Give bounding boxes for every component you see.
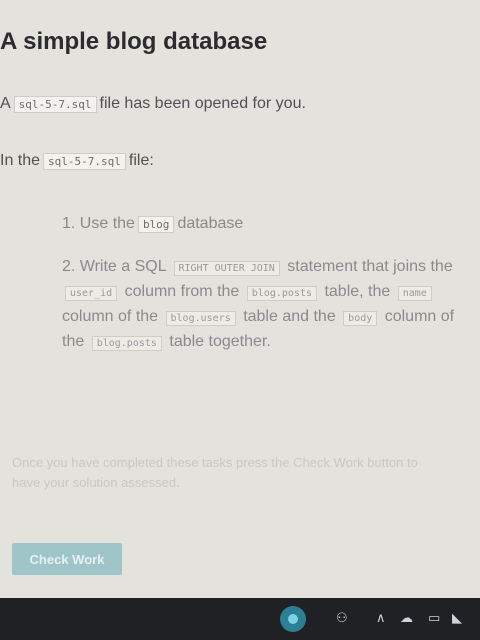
column-name-code: name xyxy=(397,286,432,301)
battery-icon[interactable]: ▭ xyxy=(428,610,440,626)
task-text: table and the xyxy=(243,308,336,325)
intro-prefix: A xyxy=(0,95,11,112)
page-title: A simple blog database xyxy=(0,28,268,55)
database-name-code: blog xyxy=(137,216,175,233)
task-text: database xyxy=(177,215,244,232)
join-keyword-code: RIGHT OUTER JOIN xyxy=(173,261,280,276)
in-suffix: file: xyxy=(128,152,154,169)
taskbar: ⚇ ∧ ☁ ▭ ◣ xyxy=(0,598,480,640)
task-text: 1. Use the xyxy=(62,215,135,232)
wifi-icon[interactable]: ◣ xyxy=(452,610,462,626)
chevron-up-icon[interactable]: ∧ xyxy=(376,610,386,626)
task-item-2: 2. Write a SQL RIGHT OUTER JOIN statemen… xyxy=(62,255,472,355)
check-work-button[interactable]: Check Work xyxy=(12,543,122,575)
task-text: 2. Write a SQL xyxy=(62,258,167,275)
column-name-code: user_id xyxy=(65,286,118,301)
lesson-page: A simple blog database Asql-5-7.sql file … xyxy=(0,0,480,598)
column-name-code: body xyxy=(343,311,378,326)
cloud-icon[interactable]: ☁ xyxy=(400,610,413,626)
completion-hint: Once you have completed these tasks pres… xyxy=(12,455,418,490)
table-name-code: blog.users xyxy=(165,311,236,326)
table-name-code: blog.posts xyxy=(91,336,162,351)
people-icon[interactable]: ⚇ xyxy=(336,610,348,626)
task-text: table together. xyxy=(169,333,271,350)
file-name-code: sql-5-7.sql xyxy=(43,153,126,170)
task-text: statement that joins the xyxy=(287,258,453,275)
intro-paragraph: Asql-5-7.sql file has been opened for you… xyxy=(0,95,306,113)
in-prefix: In the xyxy=(0,152,41,169)
task-text: table, the xyxy=(324,283,391,300)
instructions-lead: In the sql-5-7.sql file: xyxy=(0,152,154,170)
file-name-code: sql-5-7.sql xyxy=(13,96,97,113)
intro-suffix: file has been opened for you. xyxy=(99,95,306,112)
table-name-code: blog.posts xyxy=(246,286,317,301)
task-item-1: 1. Use the blog database xyxy=(62,212,243,236)
task-text: column of the xyxy=(62,308,159,325)
task-text: column from the xyxy=(124,283,240,300)
taskbar-app-icon[interactable] xyxy=(280,606,306,632)
